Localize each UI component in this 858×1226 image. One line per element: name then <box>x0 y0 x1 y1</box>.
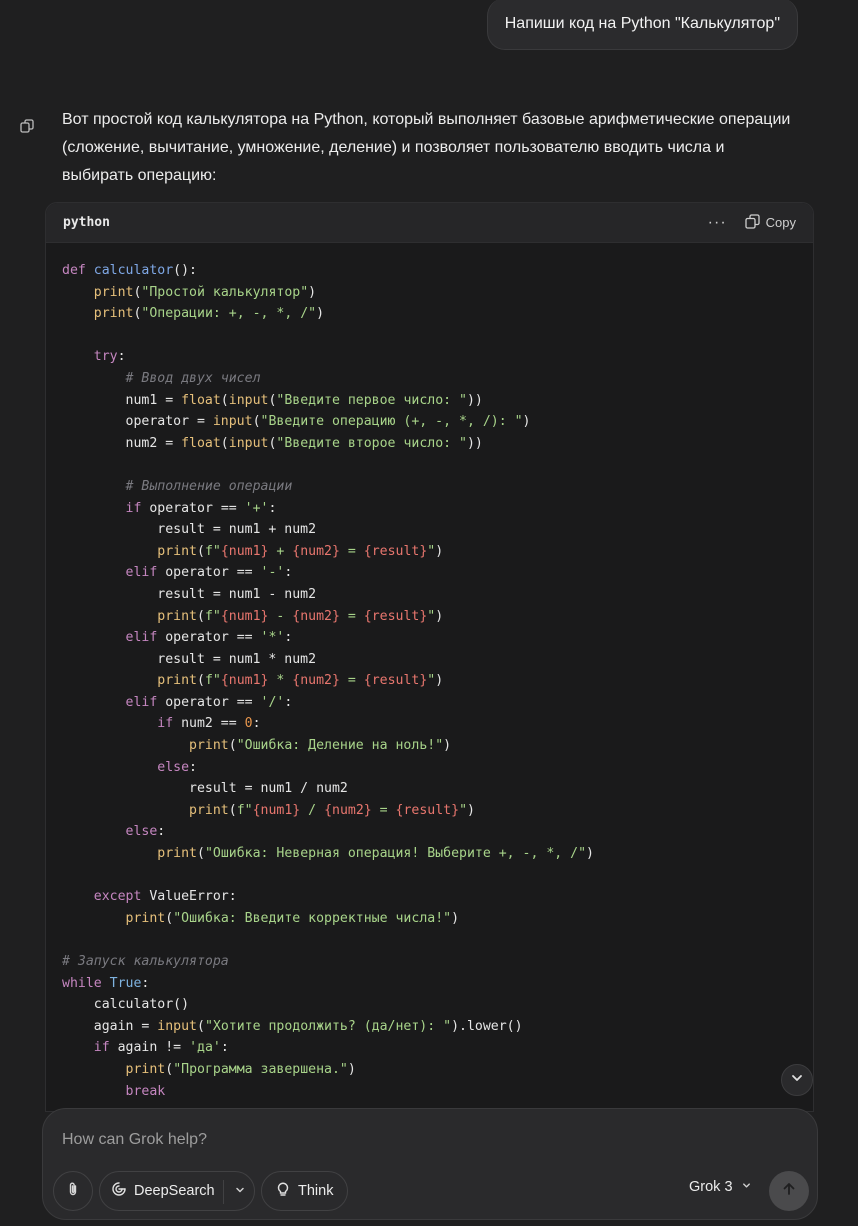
code-line: else: <box>157 759 197 775</box>
code-line: print("Операции: +, -, *, /") <box>93 306 325 322</box>
code-line: print("Ошибка: Деление на ноль!") <box>189 738 452 754</box>
copy-icon <box>744 213 760 232</box>
more-options-button[interactable]: ··· <box>708 214 727 232</box>
code-line: except ValueError: <box>93 889 237 905</box>
code-line: # Запуск калькулятора <box>62 954 229 969</box>
code-line: result = num1 + num2 <box>62 522 317 538</box>
arrow-up-icon <box>781 1181 797 1202</box>
code-line: # Выполнение операции <box>125 478 293 494</box>
composer: DeepSearch Think Grok 3 <box>42 1108 818 1220</box>
code-line: print(f"{num1} - {num2} = {result}") <box>157 608 444 624</box>
code-content: def calculator(): print("Простой калькул… <box>46 243 813 1102</box>
user-message-text: Напиши код на Python "Калькулятор" <box>504 14 780 32</box>
code-line: print("Программа завершена.") <box>125 1061 356 1077</box>
code-line: else: <box>125 824 166 840</box>
code-block: python ··· Copy def calculator(): print(… <box>45 202 814 1112</box>
code-line: if again != 'да': <box>93 1040 229 1056</box>
code-line: if operator == '+': <box>125 500 277 516</box>
code-line: while True: <box>62 975 150 991</box>
code-actions: ··· Copy <box>708 214 796 232</box>
code-line: print("Ошибка: Неверная операция! Выбери… <box>157 846 594 862</box>
model-selector[interactable]: Grok 3 <box>689 1179 752 1195</box>
code-line: try: <box>93 349 126 365</box>
code-line: print(f"{num1} / {num2} = {result}") <box>189 802 475 818</box>
code-line: operator = input("Введите операцию (+, -… <box>62 414 531 430</box>
lightbulb-icon <box>275 1181 291 1201</box>
code-line: num2 = float(input("Введите второе число… <box>62 435 483 451</box>
code-language-label: python <box>63 215 110 230</box>
deepsearch-label: DeepSearch <box>134 1183 215 1199</box>
code-line: break <box>125 1083 166 1099</box>
code-line: print(f"{num1} * {num2} = {result}") <box>157 673 444 689</box>
code-line: print("Ошибка: Введите корректные числа!… <box>125 910 460 926</box>
code-line: result = num1 * num2 <box>62 651 317 667</box>
code-line: if num2 == 0: <box>157 716 261 732</box>
code-line: elif operator == '*': <box>125 630 293 646</box>
chevron-down-icon <box>741 1179 752 1195</box>
think-label: Think <box>298 1183 334 1199</box>
attach-button[interactable] <box>53 1171 93 1211</box>
code-line: elif operator == '-': <box>125 565 293 581</box>
chevron-down-icon <box>790 1071 804 1090</box>
pill-divider <box>223 1180 224 1204</box>
code-line: print("Простой калькулятор") <box>93 284 317 300</box>
code-line: result = num1 - num2 <box>62 586 317 602</box>
user-message-bubble: Напиши код на Python "Калькулятор" <box>486 0 798 50</box>
copy-code-button[interactable]: Copy <box>744 213 796 232</box>
model-label: Grok 3 <box>689 1179 733 1195</box>
code-line: elif operator == '/': <box>125 694 293 710</box>
code-line: # Ввод двух чисел <box>125 370 261 386</box>
think-button[interactable]: Think <box>261 1171 348 1211</box>
scroll-down-button[interactable] <box>781 1064 813 1096</box>
copy-code-label: Copy <box>765 215 796 230</box>
code-line: result = num1 / num2 <box>62 781 348 797</box>
code-line: def calculator(): <box>62 263 197 278</box>
code-line: again = input("Хотите продолжить? (да/не… <box>62 1018 523 1034</box>
deepsearch-button[interactable]: DeepSearch <box>99 1171 255 1211</box>
paperclip-icon <box>65 1181 81 1202</box>
code-block-header: python ··· Copy <box>46 203 813 243</box>
code-line: calculator() <box>62 997 190 1013</box>
code-line: num1 = float(input("Введите первое число… <box>62 392 483 408</box>
assistant-intro-text: Вот простой код калькулятора на Python, … <box>62 111 791 184</box>
copy-icon[interactable] <box>20 119 34 133</box>
code-line: print(f"{num1} + {num2} = {result}") <box>157 543 444 559</box>
deepsearch-icon <box>111 1181 127 1201</box>
chat-input[interactable] <box>62 1131 762 1149</box>
send-button[interactable] <box>769 1171 809 1211</box>
chevron-down-icon[interactable] <box>234 1184 246 1200</box>
